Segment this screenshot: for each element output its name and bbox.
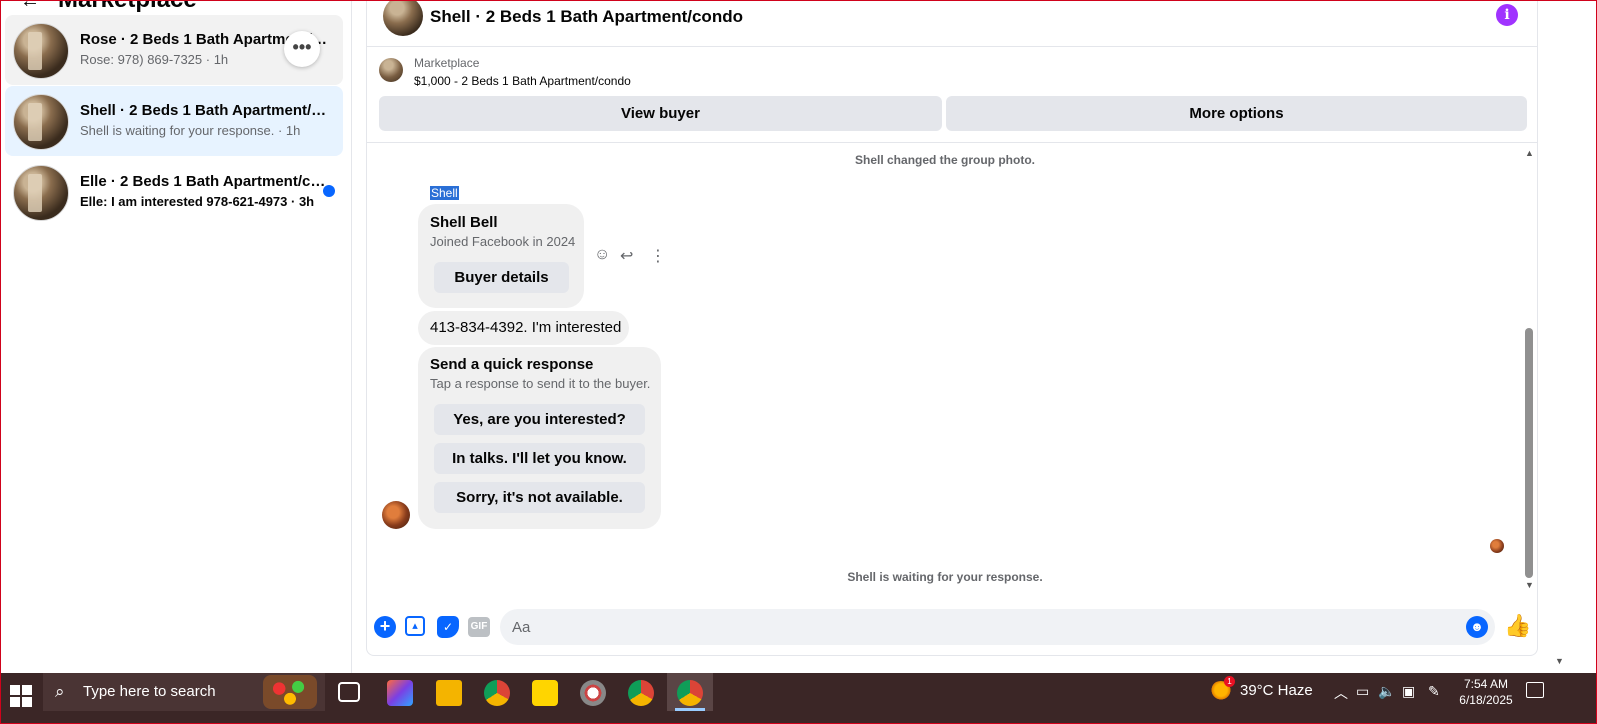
conversation-sidebar: ← Marketplace Rose · 2 Beds 1 Bath Apartm… — [0, 0, 352, 684]
back-arrow-icon[interactable]: ← — [20, 0, 40, 12]
more-vertical-icon[interactable]: ⋮ — [650, 246, 666, 266]
conversation-item-rose[interactable]: Rose · 2 Beds 1 Bath Apartment/condo Ros… — [5, 15, 343, 85]
photo-icon[interactable]: ▴ — [405, 616, 425, 636]
conversation-name: Elle · 2 Beds 1 Bath Apartment/condo — [80, 173, 328, 190]
listing-thumbnail[interactable] — [379, 58, 403, 82]
page-scroll-down-icon[interactable]: ▼ — [1555, 656, 1564, 666]
sidebar-heading: ← Marketplace — [20, 0, 197, 14]
quick-response-title: Send a quick response — [430, 356, 594, 373]
scrollbar-thumb[interactable] — [1525, 328, 1533, 578]
sender-avatar[interactable] — [382, 501, 410, 529]
chat-panel: Shell · 2 Beds 1 Bath Apartment/condo i … — [366, 0, 1538, 656]
conversation-item-elle[interactable]: Elle · 2 Beds 1 Bath Apartment/condo Ell… — [5, 157, 343, 227]
conversation-name: Shell · 2 Beds 1 Bath Apartment/condo — [80, 102, 328, 119]
reply-icon[interactable]: ↩ — [620, 246, 633, 266]
listing-price[interactable]: $1,000 - 2 Beds 1 Bath Apartment/condo — [414, 74, 631, 88]
taskbar-search[interactable]: ⌕ Type here to search — [43, 673, 325, 711]
view-buyer-button[interactable]: View buyer — [379, 96, 942, 131]
listing-avatar — [13, 94, 69, 150]
thumbs-up-icon[interactable]: 👍 — [1504, 613, 1531, 639]
weather-icon: 1 — [1210, 676, 1235, 701]
chat-header: Shell · 2 Beds 1 Bath Apartment/condo i — [367, 0, 1537, 47]
copilot-icon[interactable] — [387, 680, 413, 706]
chrome-icon-active — [677, 680, 703, 706]
chat-title[interactable]: Shell · 2 Beds 1 Bath Apartment/condo — [430, 7, 743, 27]
listing-avatar — [13, 165, 69, 221]
buyer-profile-card: Shell Bell Joined Facebook in 2024 Buyer… — [418, 204, 584, 308]
weather-badge: 1 — [1224, 676, 1235, 687]
unread-dot-icon — [323, 185, 335, 197]
volume-icon[interactable]: 🔈 — [1378, 683, 1395, 700]
windows-start-icon[interactable] — [10, 685, 32, 707]
sidebar-title: Marketplace — [58, 0, 197, 13]
plus-icon[interactable]: + — [374, 616, 396, 638]
task-view-icon[interactable] — [338, 682, 360, 702]
text-message[interactable]: 413-834-4392. I'm interested — [418, 311, 629, 345]
weather-widget[interactable]: 1 39°C Haze — [1210, 676, 1313, 701]
search-placeholder: Type here to search — [83, 683, 216, 700]
sticker-icon[interactable]: ✓ — [437, 616, 459, 638]
sticky-notes-icon[interactable] — [532, 680, 558, 706]
gif-icon[interactable]: GIF — [468, 617, 490, 637]
pen-icon[interactable]: ✎ — [1428, 683, 1440, 700]
more-options-icon[interactable]: ••• — [284, 31, 320, 67]
weather-text: 39°C Haze — [1240, 681, 1313, 699]
message-composer: + ▴ ✓ GIF ☻ 👍 — [367, 600, 1537, 654]
notification-icon[interactable] — [1526, 682, 1544, 698]
seen-indicator-avatar — [1490, 539, 1504, 553]
listing-avatar — [13, 23, 69, 79]
active-chrome-window[interactable] — [667, 673, 713, 711]
clock-time: 7:54 AM — [1463, 677, 1509, 691]
listing-banner: Marketplace $1,000 - 2 Beds 1 Bath Apart… — [367, 48, 1537, 143]
quick-response-option-1[interactable]: Yes, are you interested? — [434, 404, 645, 435]
meet-now-icon[interactable]: ▭ — [1356, 683, 1369, 700]
tray-chevron-icon[interactable]: ︿ — [1334, 683, 1348, 703]
chrome-icon[interactable] — [484, 680, 510, 706]
more-options-button[interactable]: More options — [946, 96, 1527, 131]
quick-response-card: Send a quick response Tap a response to … — [418, 347, 661, 529]
listing-source: Marketplace — [414, 56, 480, 70]
quick-response-subtitle: Tap a response to send it to the buyer. — [430, 376, 651, 391]
search-icon: ⌕ — [55, 682, 65, 701]
sender-label: Shell — [430, 186, 459, 200]
system-message-bottom: Shell is waiting for your response. — [847, 570, 1043, 584]
react-icon[interactable]: ☺ — [594, 246, 610, 264]
conversation-item-shell[interactable]: Shell · 2 Beds 1 Bath Apartment/condo Sh… — [5, 86, 343, 156]
message-actions: ☺ ↩ ⋮ — [594, 246, 670, 266]
buyer-name: Shell Bell — [430, 214, 498, 231]
clock-date: 6/18/2025 — [1459, 693, 1513, 707]
conversation-preview: Shell is waiting for your response. · 1h — [80, 123, 301, 138]
info-icon[interactable]: i — [1496, 4, 1518, 26]
chrome-profile-icon[interactable] — [628, 680, 654, 706]
system-message-top: Shell changed the group photo. — [855, 153, 1035, 167]
conversation-preview: Elle: I am interested 978-621-4973 · 3h — [80, 194, 315, 209]
emoji-icon[interactable]: ☻ — [1466, 616, 1488, 638]
search-highlight-icon[interactable] — [263, 675, 317, 709]
buyer-joined: Joined Facebook in 2024 — [430, 234, 576, 249]
system-clock[interactable]: 7:54 AM 6/18/2025 — [1455, 676, 1517, 708]
quick-response-option-2[interactable]: In talks. I'll let you know. — [434, 443, 645, 474]
scroll-down-icon[interactable]: ▼ — [1525, 580, 1534, 590]
windows-taskbar: ⌕ Type here to search 1 39°C Haze ︿ ▭ 🔈 ▣… — [0, 673, 1597, 724]
quick-response-option-3[interactable]: Sorry, it's not available. — [434, 482, 645, 513]
scroll-up-icon[interactable]: ▲ — [1525, 148, 1534, 158]
message-scrollbar[interactable]: ▲ ▼ — [1523, 146, 1535, 594]
message-input[interactable] — [500, 609, 1495, 645]
network-icon[interactable]: ▣ — [1402, 683, 1415, 700]
buyer-details-button[interactable]: Buyer details — [434, 262, 569, 293]
app-icon[interactable] — [580, 680, 606, 706]
file-explorer-icon[interactable] — [436, 680, 462, 706]
chat-avatar[interactable] — [383, 0, 423, 36]
